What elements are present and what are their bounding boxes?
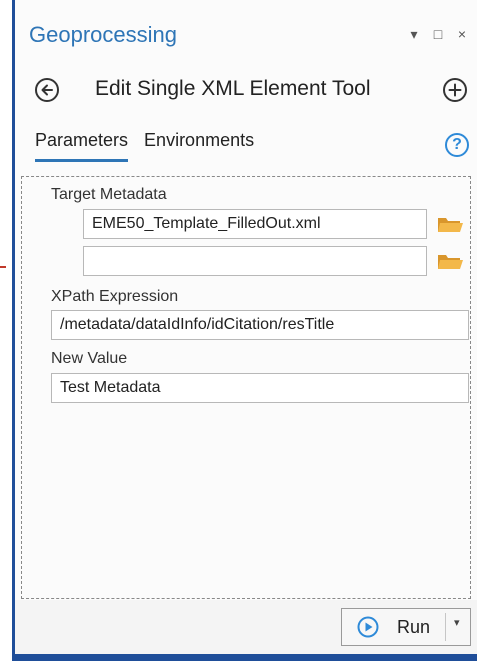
tool-title: Edit Single XML Element Tool	[95, 77, 371, 100]
tab-parameters[interactable]: Parameters	[35, 130, 129, 162]
pane-options-icon[interactable]: ▾	[407, 26, 421, 43]
target-metadata-input-2[interactable]	[83, 246, 427, 276]
tool-tabs: Parameters Environments	[35, 130, 254, 162]
new-value-label: New Value	[51, 350, 128, 367]
parameters-panel: Target Metadata EME50_Template_FilledOut…	[21, 176, 471, 599]
target-metadata-input-1[interactable]: EME50_Template_FilledOut.xml	[83, 209, 427, 239]
back-button[interactable]	[35, 78, 59, 102]
tool-nav-row: Edit Single XML Element Tool	[15, 72, 477, 112]
run-label: Run	[397, 617, 431, 637]
plus-icon	[448, 83, 462, 97]
window-border-bottom	[12, 654, 477, 661]
help-icon[interactable]: ?	[445, 133, 469, 157]
back-arrow-icon	[41, 84, 53, 96]
add-favorite-button[interactable]	[443, 78, 467, 102]
play-icon	[357, 616, 379, 638]
xpath-expression-label: XPath Expression	[51, 288, 179, 305]
geoprocessing-window: Geoprocessing ▾ □ × Edit Single XML Elem…	[0, 0, 477, 661]
browse-folder-icon[interactable]	[436, 250, 464, 272]
run-button-divider	[445, 613, 446, 641]
pane-close-icon[interactable]: ×	[455, 26, 469, 43]
browse-folder-icon[interactable]	[436, 213, 464, 235]
new-value-input[interactable]: Test Metadata	[51, 373, 469, 403]
run-button[interactable]: Run ▾	[341, 608, 471, 646]
xpath-expression-input[interactable]: /metadata/dataIdInfo/idCitation/resTitle	[51, 310, 469, 340]
run-options-dropdown-icon[interactable]: ▾	[454, 616, 460, 629]
pane-title: Geoprocessing	[29, 22, 177, 47]
tab-environments[interactable]: Environments	[144, 130, 254, 162]
connector-mark	[0, 266, 6, 268]
pane-maximize-icon[interactable]: □	[431, 26, 445, 43]
pane-controls: ▾ □ ×	[407, 26, 469, 43]
geoprocessing-pane: Geoprocessing ▾ □ × Edit Single XML Elem…	[15, 0, 477, 654]
tool-footer: Run ▾	[15, 600, 477, 654]
target-metadata-label: Target Metadata	[51, 186, 167, 203]
